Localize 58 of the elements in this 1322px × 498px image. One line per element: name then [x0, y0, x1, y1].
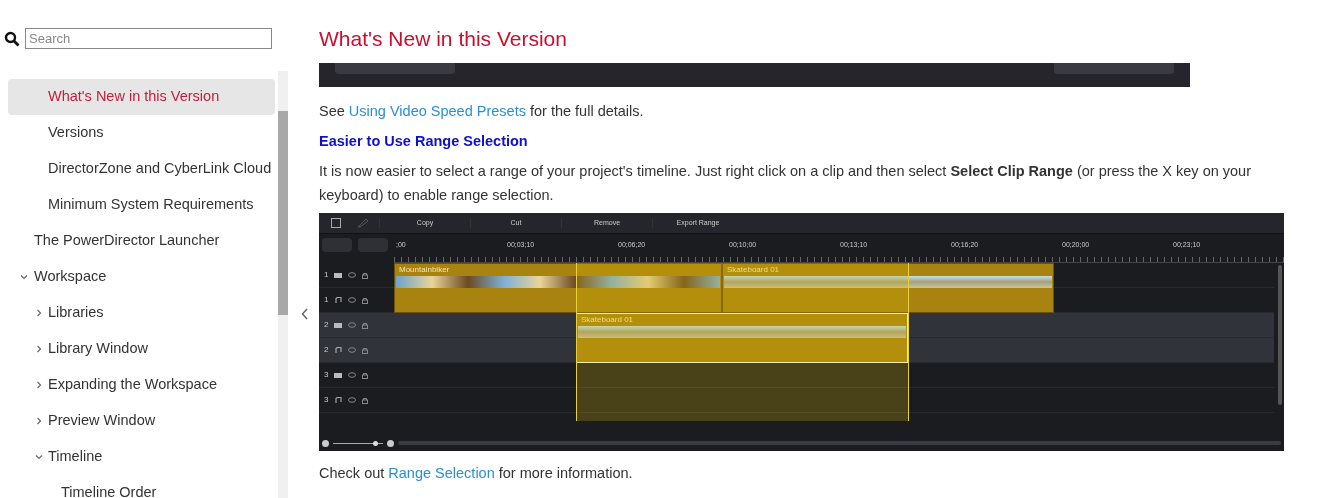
video-camera-icon — [334, 371, 343, 379]
nav-item[interactable]: Preview Window — [8, 403, 275, 439]
link[interactable]: Range Selection — [388, 465, 495, 481]
paragraph: It is now easier to select a range of your project's timeline. Just right click on a clip and then select Select Clip Range (or press the X key on your keyboard) to enable range selection. — [319, 162, 1252, 205]
track-number: 3 — [324, 394, 329, 406]
search-icon — [4, 30, 20, 47]
horizontal-scrollbar[interactable] — [398, 441, 1281, 445]
scrollbar-thumb[interactable] — [278, 111, 288, 315]
track-number: 3 — [324, 369, 329, 381]
lock-icon[interactable] — [362, 321, 369, 329]
track-number: 1 — [324, 294, 329, 306]
link[interactable]: Using Video Speed Presets — [348, 103, 526, 119]
clip-name: Skateboard 01 — [726, 264, 781, 276]
nav-item[interactable]: The PowerDirector Launcher — [8, 223, 275, 259]
paragraph: See Using Video Speed Presets for the full details. — [319, 102, 645, 121]
eye-icon[interactable] — [348, 372, 357, 378]
nav-item[interactable]: Libraries — [8, 295, 275, 331]
chevron-down-icon[interactable] — [20, 273, 28, 281]
nav-item[interactable]: Timeline Order — [8, 475, 275, 498]
paragraph: Check out Range Selection for more information. — [319, 464, 634, 483]
track-number: 2 — [324, 344, 329, 356]
chevron-right-icon[interactable] — [35, 381, 43, 389]
nav-item[interactable]: DirectorZone and CyberLink Cloud — [8, 151, 275, 187]
nav-item[interactable]: Library Window — [8, 331, 275, 367]
chevron-right-icon[interactable] — [35, 309, 43, 317]
lock-icon[interactable] — [362, 346, 369, 354]
chevron-right-icon[interactable] — [35, 417, 43, 425]
nav-item[interactable]: What's New in this Version — [8, 79, 275, 115]
chevron-down-icon[interactable] — [35, 453, 43, 461]
video-camera-icon — [334, 321, 343, 329]
nav-item[interactable]: Versions — [8, 115, 275, 151]
chevron-right-icon[interactable] — [35, 345, 43, 353]
track-number: 1 — [324, 269, 329, 281]
music-note-icon — [334, 396, 343, 404]
lock-icon[interactable] — [362, 296, 369, 304]
music-note-icon — [334, 346, 343, 354]
nav-item[interactable]: Minimum System Requirements — [8, 187, 275, 223]
pencil-icon[interactable] — [357, 218, 369, 228]
lock-icon[interactable] — [362, 271, 369, 279]
nav-item[interactable]: Expanding the Workspace — [8, 367, 275, 403]
nav-item[interactable]: Workspace — [8, 259, 275, 295]
nav-item[interactable]: Timeline — [8, 439, 275, 475]
chevron-left-icon[interactable] — [300, 308, 309, 320]
zoom-out-icon[interactable] — [322, 439, 329, 447]
lock-icon[interactable] — [362, 371, 369, 379]
section-heading: Easier to Use Range Selection — [319, 132, 529, 151]
zoom-in-icon[interactable] — [387, 439, 394, 447]
page-title: What's New in this Version — [319, 26, 568, 52]
search-field[interactable]: Search — [25, 28, 272, 49]
track-number: 2 — [324, 319, 329, 331]
music-note-icon — [334, 296, 343, 304]
zoom-slider-thumb[interactable] — [373, 440, 378, 446]
eye-icon[interactable] — [348, 272, 357, 278]
clip-name: Mountainbiker — [398, 264, 451, 276]
video-camera-icon — [334, 271, 343, 279]
clip-name: Skateboard 01 — [580, 314, 635, 326]
lock-icon[interactable] — [362, 396, 369, 404]
eye-icon[interactable] — [348, 322, 357, 328]
